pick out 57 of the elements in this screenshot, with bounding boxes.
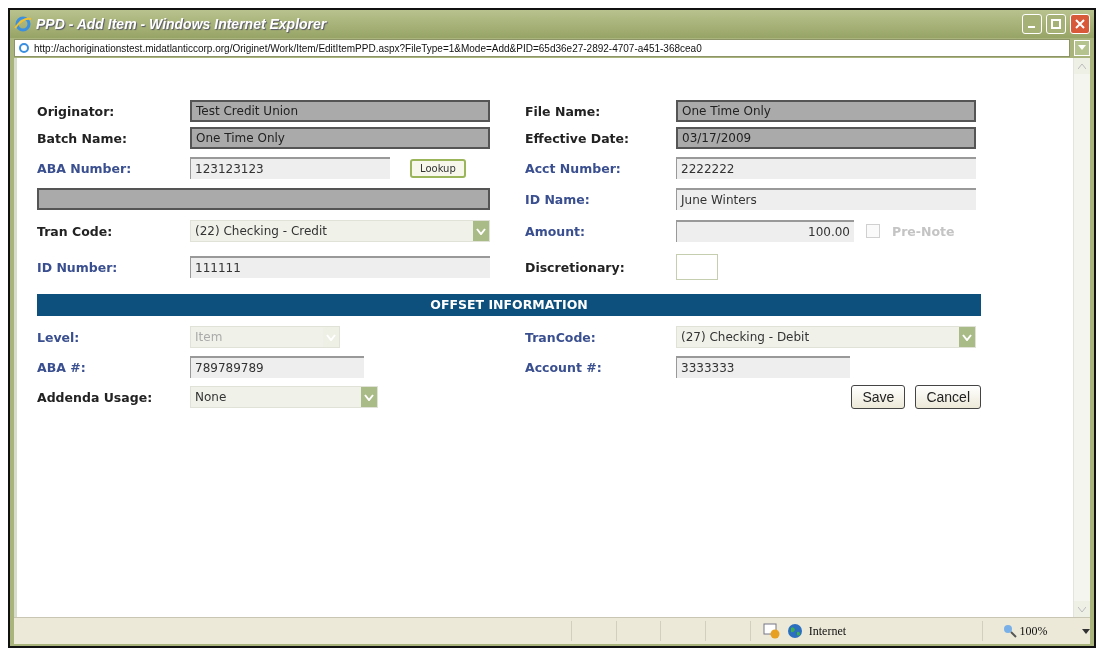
input-field[interactable]: 2222222 — [676, 157, 976, 179]
scroll-up-icon[interactable] — [1078, 63, 1086, 69]
maximize-icon[interactable] — [1051, 19, 1061, 29]
readonly-field: One Time Only — [190, 127, 490, 149]
zoom-icon — [1002, 624, 1017, 638]
field-label: Acct Number: — [525, 160, 622, 176]
protected-mode-icon — [762, 623, 781, 639]
field-label: File Name: — [525, 103, 602, 119]
dropdown: Item — [190, 326, 340, 348]
readonly-field: One Time Only — [676, 100, 976, 122]
readonly-field: 03/17/2009 — [676, 127, 976, 149]
form-button[interactable]: Save — [851, 385, 906, 409]
zoom-control[interactable]: 100% — [982, 623, 1083, 639]
input-field[interactable]: 123123123 — [190, 157, 390, 179]
scrollbar[interactable] — [1073, 58, 1090, 617]
field-label: ABA Number: — [37, 160, 133, 176]
form-button[interactable]: Cancel — [915, 385, 981, 409]
close-button[interactable] — [1070, 14, 1090, 34]
section-header: OFFSET INFORMATION — [37, 294, 981, 316]
field-label: Tran Code: — [37, 223, 114, 239]
input-field[interactable]: 100.00 — [676, 220, 854, 242]
close-icon[interactable] — [1075, 19, 1085, 29]
address-dropdown-button[interactable] — [1074, 40, 1090, 56]
field-label: ID Name: — [525, 191, 591, 207]
dropdown[interactable]: (27) Checking - Debit — [676, 326, 976, 348]
field-label: Amount: — [525, 223, 587, 239]
field-label: Batch Name: — [37, 130, 128, 146]
field-label: Level: — [37, 329, 81, 345]
input-field[interactable]: 789789789 — [190, 356, 364, 378]
browser-logo-icon — [14, 15, 32, 33]
input-field[interactable]: 111111 — [190, 256, 490, 278]
maximize-button[interactable] — [1046, 14, 1066, 34]
window-title: PPD - Add Item - Windows Internet Explorer — [36, 16, 328, 32]
scroll-down-icon[interactable] — [1078, 606, 1086, 612]
lookup-button[interactable]: Lookup — [410, 158, 466, 178]
input-field[interactable] — [676, 254, 718, 280]
address-field[interactable]: http://achoriginationstest.midatlanticcorp.org/Originet/Work/Item/EditItemPPD.aspx?FileType=1&Mode=Add&PID=65d36e27-2892-4707-a451-368cea0 — [14, 39, 1070, 57]
dropdown[interactable]: (22) Checking - Credit — [190, 220, 490, 242]
input-field[interactable]: 3333333 — [676, 356, 850, 378]
input-field[interactable]: June Winters — [676, 188, 976, 210]
field-label: Account #: — [525, 359, 603, 375]
field-label: ID Number: — [37, 259, 119, 275]
field-label: TranCode: — [525, 329, 597, 345]
globe-icon — [786, 623, 803, 639]
readonly-field: Test Credit Union — [190, 100, 490, 122]
field-label: ABA #: — [37, 359, 87, 375]
field-label: Effective Date: — [525, 130, 631, 146]
page-icon — [18, 42, 30, 54]
dropdown[interactable]: None — [190, 386, 378, 408]
minimize-button[interactable] — [1022, 14, 1042, 34]
field-label: Originator: — [37, 103, 116, 119]
caret-icon[interactable] — [1082, 628, 1090, 634]
field-label: Addenda Usage: — [37, 389, 154, 405]
field-label: Discretionary: — [525, 259, 626, 275]
dropdown-arrow-icon[interactable] — [1078, 45, 1086, 51]
zone-label: Internet — [808, 623, 847, 639]
checkbox-label: Pre-Note — [892, 223, 955, 239]
